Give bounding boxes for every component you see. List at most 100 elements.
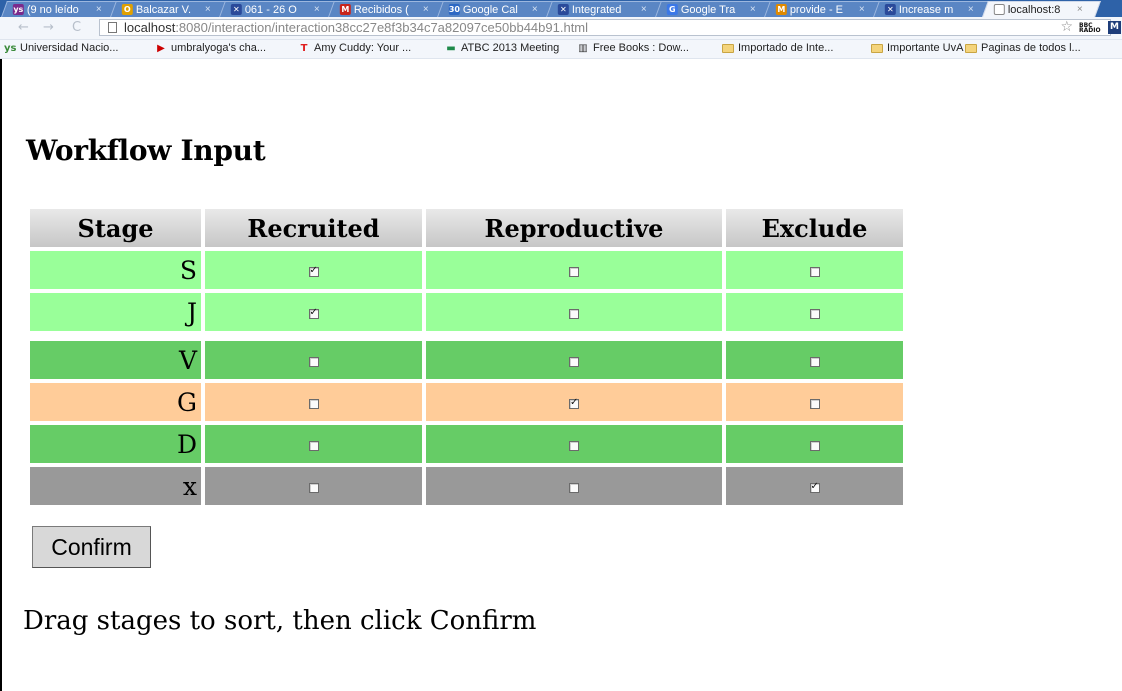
bookmark-label: Paginas de todos l... [981,42,1081,54]
bookmark-item[interactable]: ▬ ATBC 2013 Meeting [445,42,559,54]
tab-favicon-icon: ✕ [884,4,896,15]
recruited-checkbox[interactable] [308,307,319,319]
browser-tab[interactable]: ys (9 no leído × [1,1,120,17]
reproductive-checkbox[interactable] [569,356,579,367]
bookmark-item[interactable]: Importante UvA [871,42,963,54]
stage-cell[interactable]: V [30,341,201,379]
bookmark-item[interactable]: ▶ umbralyoga's cha... [155,42,266,54]
tab-content: G Google Tra × [659,2,770,17]
stage-cell[interactable]: S [30,251,201,289]
stage-cell[interactable]: D [30,425,201,463]
tab-content: Mprovide - E × [768,2,879,17]
page-title: Workflow Input [26,134,266,167]
tab-close-icon[interactable]: × [423,4,429,15]
row-gap [30,335,903,337]
bookmark-favicon-icon: ▶ [157,42,165,54]
tab-favicon-icon: ✕ [557,4,569,15]
bookmark-favicon-icon: T [300,42,308,54]
bookmark-label: ATBC 2013 Meeting [461,42,560,54]
tab-favicon-icon: ✕ [230,4,242,15]
reproductive-checkbox[interactable] [569,440,579,451]
url-text[interactable]: localhost:8080/interaction/interaction38… [124,20,588,36]
recruited-checkbox[interactable] [308,398,319,409]
exclude-checkbox[interactable] [809,481,820,493]
exclude-checkbox[interactable] [809,266,820,277]
stage-row[interactable]: S [30,251,903,289]
extension-icon[interactable]: M [1108,21,1121,34]
reproductive-cell [426,341,722,379]
bookmark-item[interactable]: ▥ Free Books : Dow... [577,42,689,54]
recruited-checkbox[interactable] [308,356,319,367]
stage-row[interactable]: x [30,467,903,505]
exclude-checkbox[interactable] [809,356,820,367]
stage-cell[interactable]: G [30,383,201,421]
browser-tab[interactable]: G Google Tra × [655,1,774,17]
recruited-checkbox[interactable] [308,440,319,451]
bookmark-favicon-icon: ▥ [578,42,588,54]
bookmark-label: Importante UvA [887,42,964,54]
browser-tab[interactable]: 30 Google Cal × [437,1,556,17]
tab-title: provide - E [789,3,844,16]
tab-close-icon[interactable]: × [96,4,102,15]
tab-close-icon[interactable]: × [532,4,538,15]
stage-row[interactable]: G [30,383,903,421]
browser-tab[interactable]: Mprovide - E × [764,1,883,17]
browser-tab[interactable]: ✕ Integrated × [546,1,665,17]
tab-content: 30 Google Cal × [441,2,552,17]
bookmark-item[interactable]: Importado de Inte... [722,42,833,54]
tab-close-icon[interactable]: × [859,4,865,15]
exclude-checkbox[interactable] [809,308,820,319]
recruited-checkbox[interactable] [308,482,319,493]
bookmark-favicon-icon: ys [4,42,17,54]
stage-row[interactable]: V [30,341,903,379]
browser-tab[interactable]: O Balcazar V. × [110,1,229,17]
tab-title: (9 no leído [26,3,79,16]
exclude-checkbox[interactable] [809,440,820,451]
forward-arrow-icon[interactable]: → [43,20,54,35]
page-icon [108,22,117,33]
browser-tab[interactable]: ✕ 061 - 26 O × [219,1,338,17]
bookmark-star-icon[interactable]: ☆ [1060,19,1073,35]
tab-close-icon[interactable]: × [205,4,211,15]
tab-content: O Balcazar V. × [114,2,225,17]
exclude-checkbox[interactable] [809,398,820,409]
confirm-button[interactable]: Confirm [32,526,151,568]
bookmark-label: Universidad Nacio... [20,42,119,54]
stage-row[interactable]: D [30,425,903,463]
tab-close-icon[interactable]: × [1077,4,1083,15]
reproductive-checkbox[interactable] [569,266,579,277]
tab-favicon-icon: M [339,4,351,15]
folder-icon [871,43,883,53]
browser-tab[interactable]: ✕ Increase m × [873,1,992,17]
header-recruited: Recruited [205,209,422,247]
bbc-radio-icon[interactable]: BBC RADIO [1079,23,1101,34]
address-bar[interactable]: localhost:8080/interaction/interaction38… [99,19,1121,36]
bookmark-item[interactable]: ys Universidad Nacio... [4,42,118,54]
stage-row[interactable]: J [30,293,903,331]
tab-title: Google Tra [680,3,736,16]
recruited-checkbox[interactable] [308,265,319,277]
tab-favicon-icon [993,4,1005,15]
tab-close-icon[interactable]: × [968,4,974,15]
stage-cell[interactable]: J [30,293,201,331]
bookmark-item[interactable]: Paginas de todos l... [965,42,1081,54]
reload-icon[interactable]: C [72,20,81,35]
tab-close-icon[interactable]: × [641,4,647,15]
tab-close-icon[interactable]: × [750,4,756,15]
tab-close-icon[interactable]: × [314,4,320,15]
tab-content: ys (9 no leído × [5,2,116,17]
bookmark-item[interactable]: T Amy Cuddy: Your ... [298,42,412,54]
browser-tab[interactable]: localhost:8 × [982,1,1101,17]
tab-content: M Recibidos (× [332,2,443,17]
reproductive-checkbox[interactable] [569,308,579,319]
back-arrow-icon[interactable]: ← [18,20,29,35]
window-edge [0,59,2,691]
stage-cell[interactable]: x [30,467,201,505]
bookmark-favicon-icon: ▬ [446,42,456,54]
reproductive-checkbox[interactable] [569,397,579,409]
browser-toolbar: ← → C localhost:8080/interaction/interac… [0,17,1122,40]
reproductive-cell [426,425,722,463]
reproductive-checkbox[interactable] [569,482,579,493]
exclude-cell [726,251,903,289]
browser-tab[interactable]: M Recibidos (× [328,1,447,17]
